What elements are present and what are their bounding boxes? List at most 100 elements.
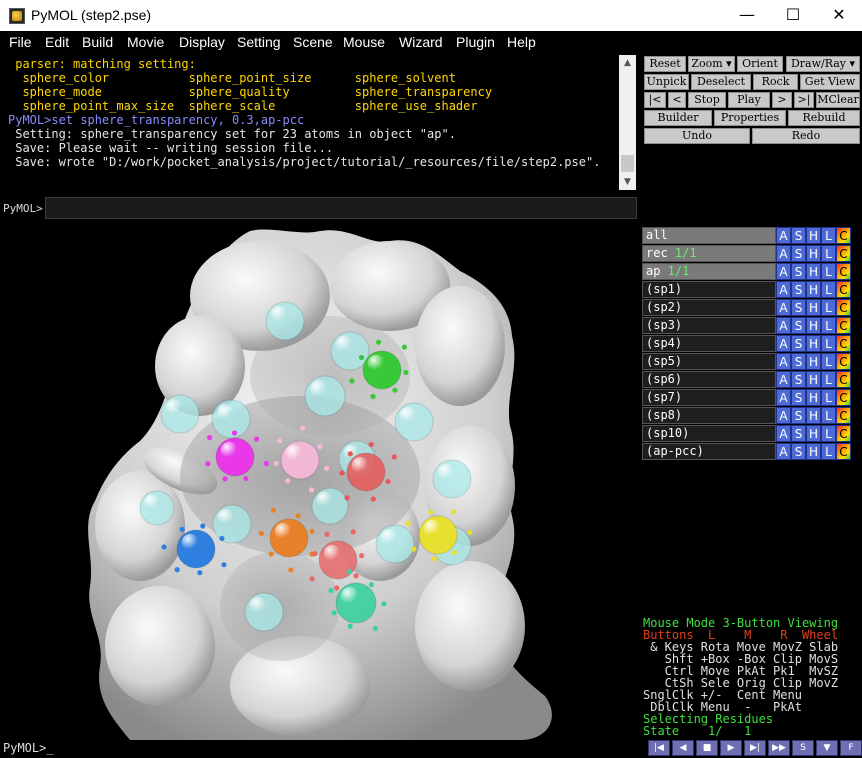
reset-button[interactable]: Reset [644, 56, 686, 72]
object-name-toggle[interactable]: (sp5) [642, 353, 776, 370]
object-color-button[interactable]: C [836, 353, 851, 370]
object-name-toggle[interactable]: (sp4) [642, 335, 776, 352]
object-label-button[interactable]: L [821, 299, 836, 316]
object-color-button[interactable]: C [836, 281, 851, 298]
pocket-sphere[interactable] [432, 459, 472, 499]
pocket-sphere[interactable] [375, 524, 415, 564]
object-show-button[interactable]: S [791, 371, 806, 388]
pocket-sphere[interactable] [211, 399, 251, 439]
pocket-sphere[interactable] [304, 375, 346, 417]
menu-wizard[interactable]: Wizard [399, 34, 443, 50]
object-action-button[interactable]: A [776, 443, 791, 460]
object-show-button[interactable]: S [791, 227, 806, 244]
rewind-button[interactable]: |< [644, 92, 666, 108]
unpick-button[interactable]: Unpick [644, 74, 689, 90]
object-hide-button[interactable]: H [806, 425, 821, 442]
object-hide-button[interactable]: H [806, 371, 821, 388]
menu-file[interactable]: File [9, 34, 32, 50]
object-action-button[interactable]: A [776, 227, 791, 244]
object-show-button[interactable]: S [791, 443, 806, 460]
scroll-up-icon[interactable]: ▲ [619, 55, 636, 71]
menu-scene[interactable]: Scene [293, 34, 333, 50]
object-action-button[interactable]: A [776, 245, 791, 262]
object-show-button[interactable]: S [791, 263, 806, 280]
object-name-toggle[interactable]: all [642, 227, 776, 244]
object-color-button[interactable]: C [836, 263, 851, 280]
menu-help[interactable]: Help [507, 34, 536, 50]
pocket-sphere[interactable] [160, 394, 200, 434]
zoom-button[interactable]: Zoom ▾ [688, 56, 735, 72]
object-color-button[interactable]: C [836, 407, 851, 424]
pocket-sphere[interactable] [330, 331, 370, 371]
object-label-button[interactable]: L [821, 353, 836, 370]
menu-display[interactable]: Display [179, 34, 225, 50]
command-input[interactable] [45, 197, 637, 219]
object-hide-button[interactable]: H [806, 227, 821, 244]
object-color-button[interactable]: C [836, 335, 851, 352]
undo-button[interactable]: Undo [644, 128, 750, 144]
object-label-button[interactable]: L [821, 389, 836, 406]
object-hide-button[interactable]: H [806, 443, 821, 460]
object-label-button[interactable]: L [821, 335, 836, 352]
object-action-button[interactable]: A [776, 263, 791, 280]
menu-movie[interactable]: Movie [127, 34, 164, 50]
menu-setting[interactable]: Setting [237, 34, 281, 50]
deselect-button[interactable]: Deselect [691, 74, 751, 90]
object-show-button[interactable]: S [791, 425, 806, 442]
object-show-button[interactable]: S [791, 335, 806, 352]
object-show-button[interactable]: S [791, 353, 806, 370]
object-hide-button[interactable]: H [806, 245, 821, 262]
object-action-button[interactable]: A [776, 407, 791, 424]
object-action-button[interactable]: A [776, 353, 791, 370]
object-show-button[interactable]: S [791, 317, 806, 334]
last-frame-icon[interactable]: ▶▶ [768, 740, 790, 756]
object-name-toggle[interactable]: rec 1/1 [642, 245, 776, 262]
pocket-sphere[interactable] [311, 487, 349, 525]
object-color-button[interactable]: C [836, 299, 851, 316]
play-icon[interactable]: ▶ [720, 740, 742, 756]
maximize-button[interactable]: ☐ [770, 0, 816, 31]
scroll-down-icon[interactable]: ▼ [619, 174, 636, 190]
prev-frame-icon[interactable]: ◀ [672, 740, 694, 756]
pocket-sphere[interactable] [269, 518, 309, 558]
pocket-sphere[interactable] [244, 592, 284, 632]
object-color-button[interactable]: C [836, 371, 851, 388]
object-show-button[interactable]: S [791, 407, 806, 424]
object-hide-button[interactable]: H [806, 263, 821, 280]
object-action-button[interactable]: A [776, 317, 791, 334]
object-label-button[interactable]: L [821, 227, 836, 244]
object-name-toggle[interactable]: (sp1) [642, 281, 776, 298]
pocket-sphere[interactable] [362, 350, 402, 390]
play-button[interactable]: Play [728, 92, 770, 108]
object-name-toggle[interactable]: (sp3) [642, 317, 776, 334]
object-label-button[interactable]: L [821, 263, 836, 280]
object-name-toggle[interactable]: (sp2) [642, 299, 776, 316]
object-hide-button[interactable]: H [806, 317, 821, 334]
object-hide-button[interactable]: H [806, 407, 821, 424]
viewer-canvas[interactable] [0, 226, 641, 740]
pocket-sphere[interactable] [176, 529, 216, 569]
object-hide-button[interactable]: H [806, 281, 821, 298]
chevron-down-icon[interactable]: ▼ [816, 740, 838, 756]
object-label-button[interactable]: L [821, 371, 836, 388]
object-label-button[interactable]: L [821, 317, 836, 334]
minimize-button[interactable]: — [724, 0, 770, 31]
object-label-button[interactable]: L [821, 443, 836, 460]
next-frame-icon[interactable]: ▶| [744, 740, 766, 756]
builder-button[interactable]: Builder [644, 110, 712, 126]
object-hide-button[interactable]: H [806, 335, 821, 352]
object-label-button[interactable]: L [821, 245, 836, 262]
pocket-sphere[interactable] [265, 301, 305, 341]
object-color-button[interactable]: C [836, 425, 851, 442]
object-action-button[interactable]: A [776, 425, 791, 442]
first-frame-icon[interactable]: |◀ [648, 740, 670, 756]
stop-icon[interactable]: ■ [696, 740, 718, 756]
molecular-viewer[interactable] [0, 226, 641, 740]
object-name-toggle[interactable]: (sp6) [642, 371, 776, 388]
object-action-button[interactable]: A [776, 371, 791, 388]
pocket-sphere[interactable] [215, 437, 255, 477]
pocket-sphere[interactable] [394, 402, 434, 442]
object-hide-button[interactable]: H [806, 389, 821, 406]
object-label-button[interactable]: L [821, 407, 836, 424]
object-show-button[interactable]: S [791, 245, 806, 262]
